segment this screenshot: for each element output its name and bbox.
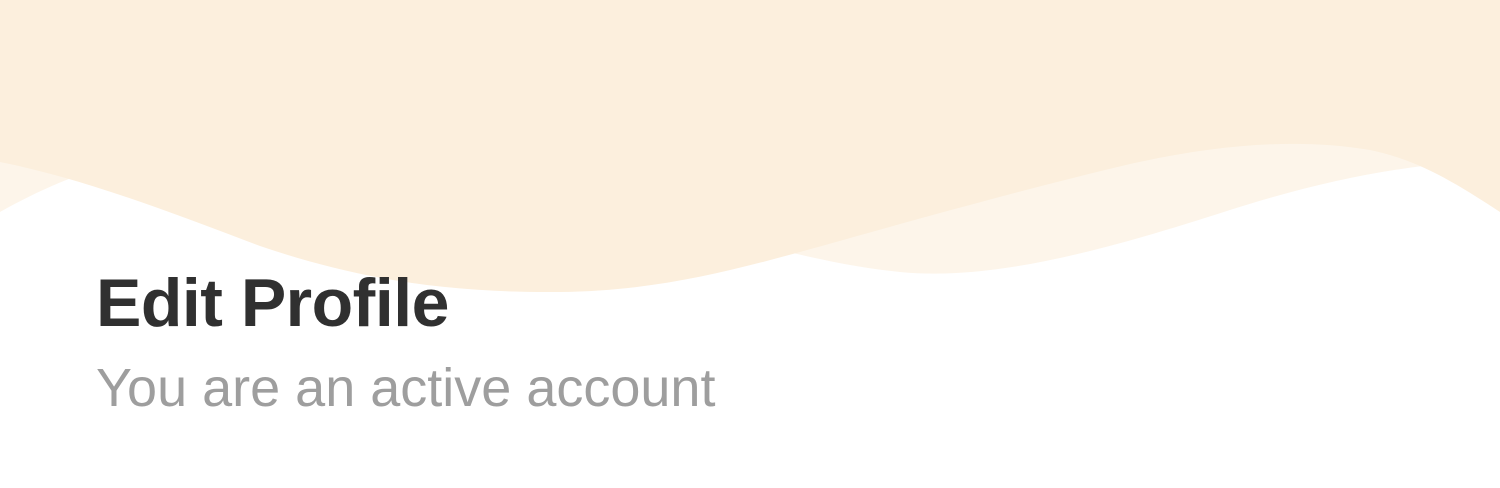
page-title: Edit Profile (96, 265, 449, 341)
account-status-subtitle: You are an active account (96, 358, 716, 418)
header-wave-background (0, 0, 1500, 293)
heading-block: Edit Profile You are an active account (96, 262, 715, 418)
